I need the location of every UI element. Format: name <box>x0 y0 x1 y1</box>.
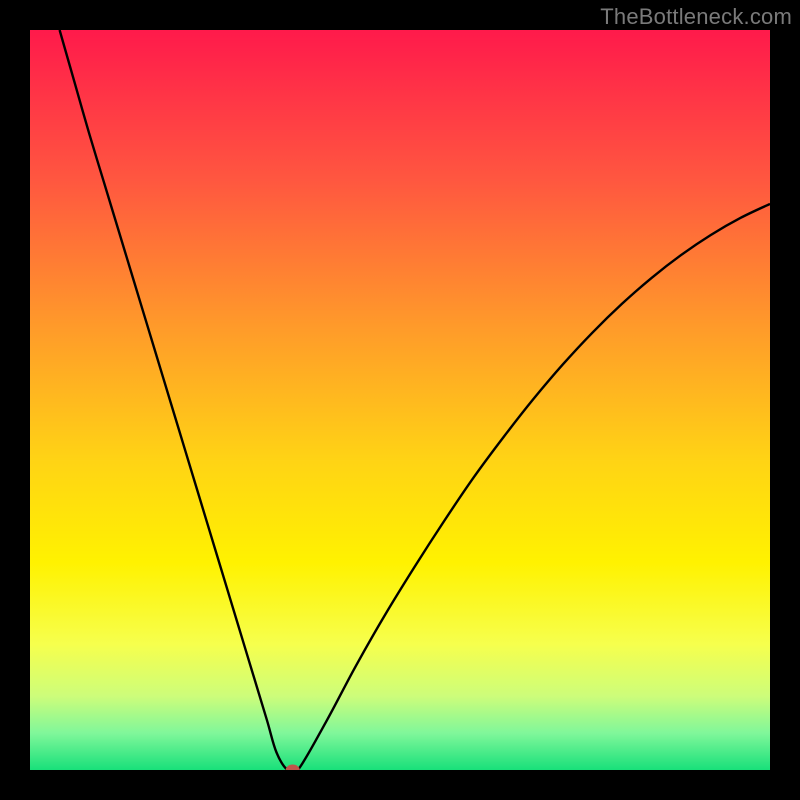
plot-area <box>30 30 770 770</box>
chart-frame: TheBottleneck.com <box>0 0 800 800</box>
watermark-text: TheBottleneck.com <box>600 4 792 30</box>
chart-svg <box>30 30 770 770</box>
gradient-background <box>30 30 770 770</box>
